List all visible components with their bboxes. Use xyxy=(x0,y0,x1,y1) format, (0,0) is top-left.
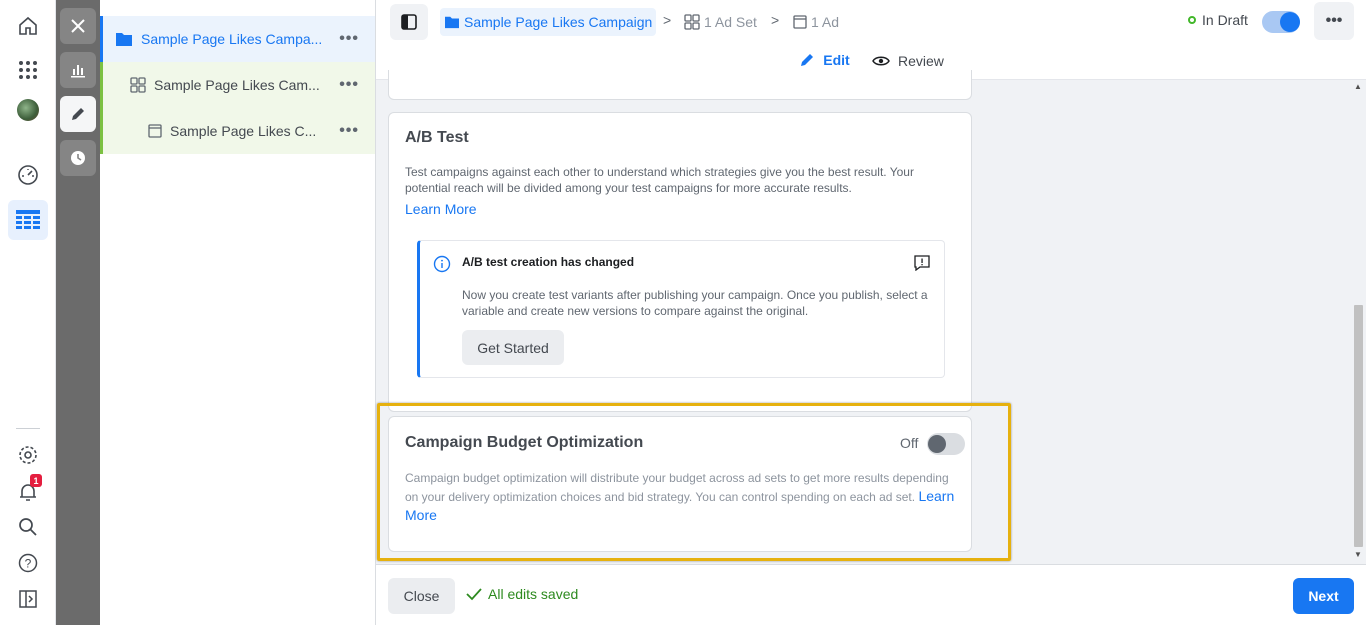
breadcrumb-ad[interactable]: 1 Ad xyxy=(793,8,839,36)
svg-text:?: ? xyxy=(25,557,32,571)
edit-pencil-icon xyxy=(801,53,814,66)
ab-test-notice: A/B test creation has changed Now you cr… xyxy=(417,240,945,378)
search-icon[interactable] xyxy=(8,507,48,547)
tree-item-campaign[interactable]: Sample Page Likes Campa... ••• xyxy=(100,16,375,62)
tree-item-adset[interactable]: Sample Page Likes Cam... ••• xyxy=(100,62,375,108)
eye-icon xyxy=(872,56,890,66)
folder-icon xyxy=(116,33,132,46)
tree-item-label: Sample Page Likes Cam... xyxy=(154,77,320,93)
breadcrumb-label: 1 Ad Set xyxy=(704,14,757,30)
help-icon[interactable]: ? xyxy=(8,543,48,583)
tab-label: Review xyxy=(898,53,944,69)
ad-icon xyxy=(793,15,807,29)
notification-badge: 1 xyxy=(30,474,42,487)
folder-icon xyxy=(445,16,459,29)
section-description: Campaign budget optimization will distri… xyxy=(405,469,957,525)
ads-manager-table-icon[interactable] xyxy=(8,200,48,240)
checkmark-icon xyxy=(466,588,482,601)
editor-rail xyxy=(56,0,100,625)
chevron-right-icon: > xyxy=(663,12,672,28)
breadcrumb-adset[interactable]: 1 Ad Set xyxy=(684,8,757,36)
cbo-description: Campaign budget optimization will distri… xyxy=(405,471,949,504)
get-started-button[interactable]: Get Started xyxy=(462,330,564,365)
close-editor-icon[interactable] xyxy=(60,8,96,44)
more-options-icon[interactable]: ••• xyxy=(339,122,359,140)
save-status: All edits saved xyxy=(466,586,578,602)
charts-icon[interactable] xyxy=(60,52,96,88)
content-scrollbar[interactable]: ▲ ▼ xyxy=(1350,80,1366,564)
close-button[interactable]: Close xyxy=(388,578,455,614)
campaign-tree-panel: Sample Page Likes Campa... ••• Sample Pa… xyxy=(100,0,376,625)
more-options-icon[interactable]: ••• xyxy=(339,30,359,48)
dashboard-gauge-icon[interactable] xyxy=(8,155,48,195)
learn-more-link[interactable]: Learn More xyxy=(405,201,945,217)
campaign-on-off-toggle[interactable] xyxy=(1262,11,1300,33)
history-clock-icon[interactable] xyxy=(60,140,96,176)
cbo-toggle[interactable] xyxy=(927,433,965,455)
ad-icon xyxy=(148,124,162,138)
tree-item-label: Sample Page Likes C... xyxy=(170,123,317,139)
editor-header: Sample Page Likes Campaign > 1 Ad Set > … xyxy=(376,0,1366,80)
breadcrumb-campaign[interactable]: Sample Page Likes Campaign xyxy=(440,8,657,36)
avatar[interactable] xyxy=(8,90,48,130)
report-panel-icon[interactable] xyxy=(8,579,48,619)
breadcrumb-label: Sample Page Likes Campaign xyxy=(464,14,653,30)
section-title: Campaign Budget Optimization xyxy=(405,434,644,451)
tree-item-ad[interactable]: Sample Page Likes C... ••• xyxy=(100,108,375,154)
status-dot-icon xyxy=(1188,16,1196,24)
scroll-thumb[interactable] xyxy=(1354,305,1363,547)
section-description: Test campaigns against each other to und… xyxy=(405,165,914,195)
notice-title: A/B test creation has changed xyxy=(462,255,635,269)
campaign-status: In Draft xyxy=(1188,12,1248,28)
section-title: A/B Test xyxy=(405,129,469,146)
info-icon xyxy=(433,255,451,273)
campaign-budget-optimization-section: Campaign Budget Optimization Off Campaig… xyxy=(377,403,1011,561)
scroll-up-arrow[interactable]: ▲ xyxy=(1354,82,1362,91)
feedback-icon[interactable] xyxy=(914,255,930,271)
editor-footer: Close All edits saved Next xyxy=(376,564,1366,625)
status-label: In Draft xyxy=(1202,12,1248,28)
next-button[interactable]: Next xyxy=(1293,578,1354,614)
edit-pencil-icon[interactable] xyxy=(60,96,96,132)
notifications-bell-icon[interactable]: 1 xyxy=(8,472,48,512)
home-icon[interactable] xyxy=(8,6,48,46)
scroll-down-arrow[interactable]: ▼ xyxy=(1354,550,1362,559)
more-options-button[interactable]: ••• xyxy=(1314,2,1354,40)
global-nav: 1 ? xyxy=(0,0,56,625)
apps-grid-icon[interactable] xyxy=(8,50,48,90)
cbo-toggle-label: Off xyxy=(900,435,919,451)
ab-test-section: A/B Test Test campaigns against each oth… xyxy=(388,112,972,412)
breadcrumb-label: 1 Ad xyxy=(811,14,840,30)
previous-section-card xyxy=(388,70,972,100)
nav-divider xyxy=(16,428,40,429)
adset-grid-icon xyxy=(684,14,700,30)
notice-text: Now you create test variants after publi… xyxy=(462,288,928,318)
tab-label: Edit xyxy=(823,51,850,68)
settings-gear-icon[interactable] xyxy=(8,435,48,475)
chevron-right-icon: > xyxy=(771,12,780,28)
adset-grid-icon xyxy=(130,77,146,93)
more-options-icon[interactable]: ••• xyxy=(339,76,359,94)
save-status-label: All edits saved xyxy=(488,586,579,602)
sidebar-toggle-icon[interactable] xyxy=(390,4,428,40)
tree-item-label: Sample Page Likes Campa... xyxy=(141,31,323,47)
editor-main: Sample Page Likes Campaign > 1 Ad Set > … xyxy=(376,0,1366,625)
